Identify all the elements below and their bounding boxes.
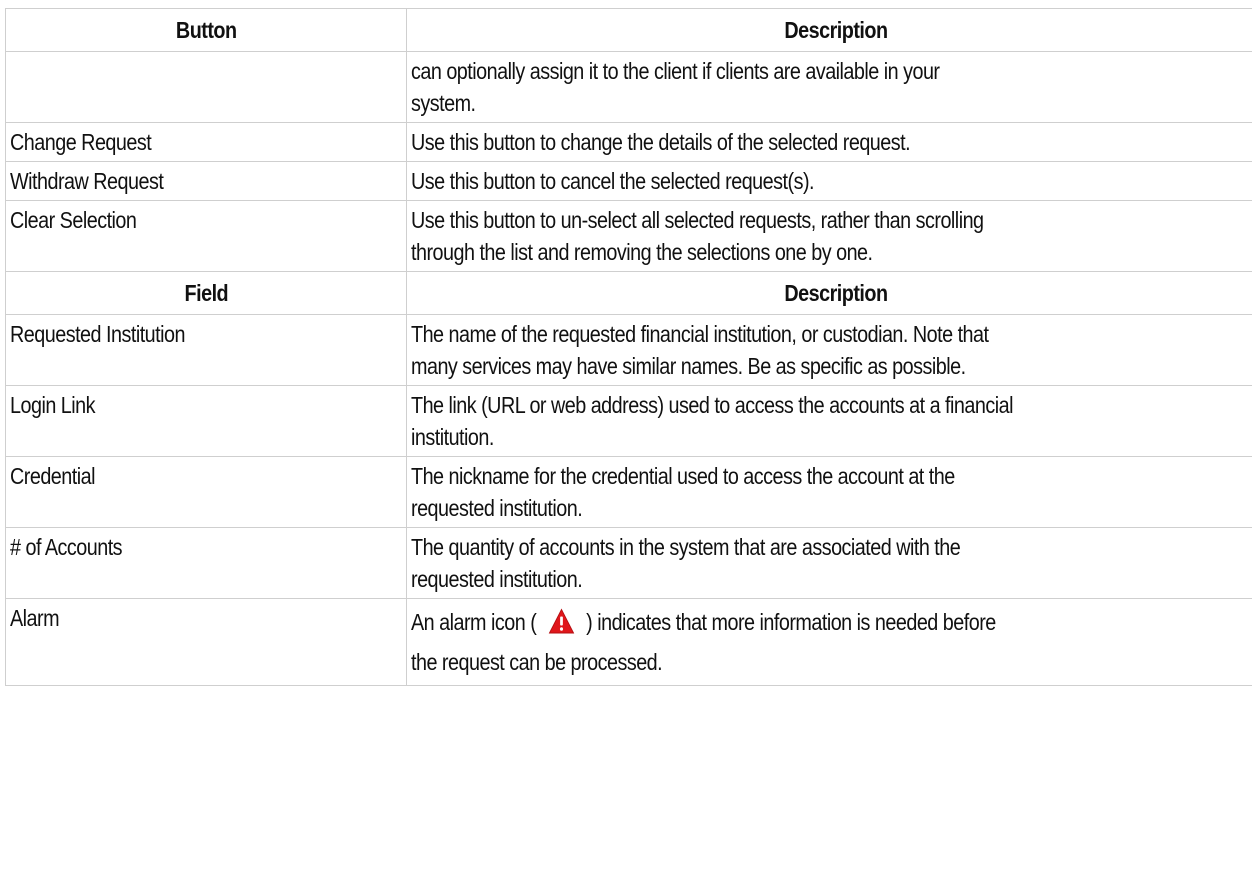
button-column-header: Button (5, 8, 407, 52)
button-name-cell: Clear Selection (5, 200, 407, 272)
field-name-cell: Login Link (5, 385, 407, 457)
button-name-cell (5, 51, 407, 123)
table-row: Login Link The link (URL or web address)… (5, 385, 1252, 457)
table-row: Withdraw Request Use this button to canc… (5, 161, 1252, 201)
button-header-row: Button Description (5, 8, 1252, 52)
alarm-warning-icon (548, 606, 575, 634)
button-description-cell: Use this button to change the details of… (406, 122, 1252, 162)
reference-table: Button Description can optionally assign… (5, 8, 1252, 686)
table-row: can optionally assign it to the client i… (5, 51, 1252, 123)
button-description-cell: Use this button to un-select all selecte… (406, 200, 1252, 272)
description-column-header: Description (406, 271, 1252, 315)
table-row: # of Accounts The quantity of accounts i… (5, 527, 1252, 599)
field-name-cell: # of Accounts (5, 527, 407, 599)
field-name-cell: Requested Institution (5, 314, 407, 386)
field-name-cell: Alarm (5, 598, 407, 686)
button-name-cell: Change Request (5, 122, 407, 162)
field-name-cell: Credential (5, 456, 407, 528)
table-row: Credential The nickname for the credenti… (5, 456, 1252, 528)
button-description-cell: can optionally assign it to the client i… (406, 51, 1252, 123)
button-description-cell: Use this button to cancel the selected r… (406, 161, 1252, 201)
button-name-cell: Withdraw Request (5, 161, 407, 201)
table-row: Change Request Use this button to change… (5, 122, 1252, 162)
field-description-cell: An alarm icon () indicates that more inf… (406, 598, 1252, 686)
field-description-cell: The name of the requested financial inst… (406, 314, 1252, 386)
description-column-header: Description (406, 8, 1252, 52)
field-column-header: Field (5, 271, 407, 315)
field-description-cell: The quantity of accounts in the system t… (406, 527, 1252, 599)
table-row: Clear Selection Use this button to un-se… (5, 200, 1252, 272)
table-row: Alarm An alarm icon () indicates that mo… (5, 598, 1252, 686)
field-description-cell: The link (URL or web address) used to ac… (406, 385, 1252, 457)
field-header-row: Field Description (5, 271, 1252, 315)
table-row: Requested Institution The name of the re… (5, 314, 1252, 386)
field-description-cell: The nickname for the credential used to … (406, 456, 1252, 528)
